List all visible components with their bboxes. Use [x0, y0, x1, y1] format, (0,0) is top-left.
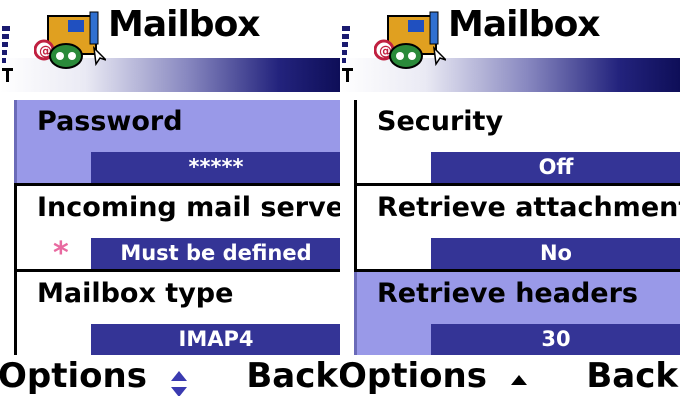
back-softkey[interactable]: Back: [246, 356, 338, 396]
signal-strength-icon: [2, 12, 14, 82]
setting-label: Mailbox type: [37, 278, 234, 309]
softkey-bar: Options Back: [340, 350, 680, 396]
setting-security[interactable]: Security Off: [354, 100, 680, 183]
mailbox-settings-screen-1: @ Mailbox Password ***** Incoming mail s…: [0, 0, 340, 396]
setting-value: Off: [431, 152, 680, 183]
required-marker: *: [53, 236, 69, 271]
back-softkey[interactable]: Back: [586, 356, 678, 396]
mailbox-settings-screen-2: @ Mailbox Security Off Retrieve attachme…: [340, 0, 680, 396]
up-arrow-icon: [508, 366, 530, 392]
setting-label: Security: [377, 106, 504, 137]
options-softkey[interactable]: Options: [0, 356, 147, 396]
options-softkey[interactable]: Options: [340, 356, 487, 396]
up-down-arrows-icon: [168, 366, 190, 396]
setting-value: *****: [91, 152, 340, 183]
setting-label: Password: [37, 106, 183, 137]
setting-label: Retrieve attachment: [377, 192, 680, 223]
signal-strength-icon: [342, 12, 354, 82]
setting-mailbox-type[interactable]: Mailbox type IMAP4: [14, 272, 340, 355]
setting-retrieve-headers[interactable]: Retrieve headers 30: [354, 272, 680, 355]
setting-value: Must be defined: [91, 238, 340, 269]
screen-title: Mailbox: [448, 4, 601, 45]
setting-incoming-mail-server[interactable]: Incoming mail server * Must be defined: [14, 186, 340, 269]
setting-value: No: [431, 238, 680, 269]
setting-label: Incoming mail server: [37, 192, 340, 223]
screen-title: Mailbox: [108, 4, 261, 45]
softkey-bar: Options Back: [0, 350, 340, 396]
setting-label: Retrieve headers: [377, 278, 638, 309]
setting-retrieve-attachment[interactable]: Retrieve attachment No: [354, 186, 680, 269]
mailbox-icon: @: [373, 10, 447, 70]
title-bar: @ Mailbox: [0, 0, 340, 92]
title-bar: @ Mailbox: [340, 0, 680, 92]
setting-password[interactable]: Password *****: [14, 100, 340, 183]
mailbox-icon: @: [33, 10, 107, 70]
